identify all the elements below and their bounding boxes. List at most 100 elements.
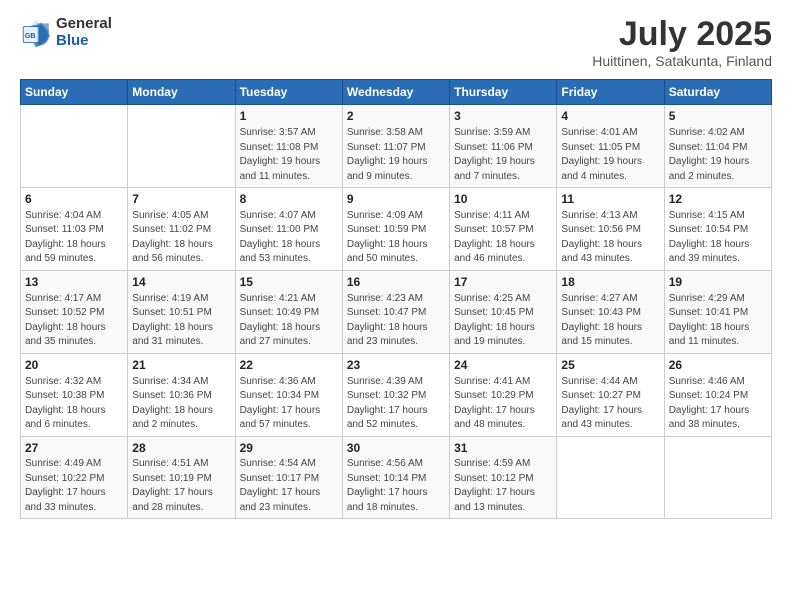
day-number: 12 [669,191,767,208]
main-title: July 2025 [592,16,772,53]
day-number: 3 [454,108,552,125]
day-cell: 2Sunrise: 3:58 AM Sunset: 11:07 PM Dayli… [342,105,449,188]
day-cell: 28Sunrise: 4:51 AM Sunset: 10:19 PM Dayl… [128,436,235,519]
day-info: Sunrise: 4:23 AM Sunset: 10:47 PM Daylig… [347,292,445,350]
day-info: Sunrise: 4:07 AM Sunset: 11:00 PM Daylig… [240,209,338,267]
col-saturday: Saturday [664,80,771,105]
day-cell: 16Sunrise: 4:23 AM Sunset: 10:47 PM Dayl… [342,270,449,353]
day-cell: 31Sunrise: 4:59 AM Sunset: 10:12 PM Dayl… [450,436,557,519]
day-cell [128,105,235,188]
day-cell [21,105,128,188]
day-number: 27 [25,440,123,457]
day-number: 9 [347,191,445,208]
day-number: 16 [347,274,445,291]
week-row-3: 13Sunrise: 4:17 AM Sunset: 10:52 PM Dayl… [21,270,772,353]
day-info: Sunrise: 4:21 AM Sunset: 10:49 PM Daylig… [240,292,338,350]
day-cell: 19Sunrise: 4:29 AM Sunset: 10:41 PM Dayl… [664,270,771,353]
day-cell: 8Sunrise: 4:07 AM Sunset: 11:00 PM Dayli… [235,188,342,271]
logo: GB General Blue [20,16,112,49]
day-info: Sunrise: 4:19 AM Sunset: 10:51 PM Daylig… [132,292,230,350]
week-row-2: 6Sunrise: 4:04 AM Sunset: 11:03 PM Dayli… [21,188,772,271]
day-info: Sunrise: 4:17 AM Sunset: 10:52 PM Daylig… [25,292,123,350]
day-info: Sunrise: 4:44 AM Sunset: 10:27 PM Daylig… [561,375,659,433]
day-number: 23 [347,357,445,374]
subtitle: Huittinen, Satakunta, Finland [592,53,772,69]
calendar-header: Sunday Monday Tuesday Wednesday Thursday… [21,80,772,105]
col-sunday: Sunday [21,80,128,105]
day-cell: 6Sunrise: 4:04 AM Sunset: 11:03 PM Dayli… [21,188,128,271]
day-cell: 25Sunrise: 4:44 AM Sunset: 10:27 PM Dayl… [557,353,664,436]
day-number: 2 [347,108,445,125]
day-cell: 22Sunrise: 4:36 AM Sunset: 10:34 PM Dayl… [235,353,342,436]
day-cell: 26Sunrise: 4:46 AM Sunset: 10:24 PM Dayl… [664,353,771,436]
day-number: 7 [132,191,230,208]
header: GB General Blue July 2025 Huittinen, Sat… [20,16,772,69]
day-number: 22 [240,357,338,374]
day-info: Sunrise: 3:58 AM Sunset: 11:07 PM Daylig… [347,126,445,184]
day-info: Sunrise: 3:57 AM Sunset: 11:08 PM Daylig… [240,126,338,184]
day-number: 6 [25,191,123,208]
day-cell [664,436,771,519]
day-info: Sunrise: 4:39 AM Sunset: 10:32 PM Daylig… [347,375,445,433]
day-info: Sunrise: 4:15 AM Sunset: 10:54 PM Daylig… [669,209,767,267]
day-number: 26 [669,357,767,374]
logo-text: General Blue [56,16,112,49]
day-cell: 12Sunrise: 4:15 AM Sunset: 10:54 PM Dayl… [664,188,771,271]
col-wednesday: Wednesday [342,80,449,105]
day-info: Sunrise: 4:13 AM Sunset: 10:56 PM Daylig… [561,209,659,267]
day-info: Sunrise: 4:56 AM Sunset: 10:14 PM Daylig… [347,457,445,515]
col-friday: Friday [557,80,664,105]
day-info: Sunrise: 4:32 AM Sunset: 10:38 PM Daylig… [25,375,123,433]
day-number: 21 [132,357,230,374]
day-cell: 18Sunrise: 4:27 AM Sunset: 10:43 PM Dayl… [557,270,664,353]
day-number: 13 [25,274,123,291]
logo-icon: GB [20,17,52,49]
logo-blue-text: Blue [56,33,112,50]
col-monday: Monday [128,80,235,105]
day-number: 17 [454,274,552,291]
week-row-4: 20Sunrise: 4:32 AM Sunset: 10:38 PM Dayl… [21,353,772,436]
day-cell: 24Sunrise: 4:41 AM Sunset: 10:29 PM Dayl… [450,353,557,436]
day-info: Sunrise: 4:29 AM Sunset: 10:41 PM Daylig… [669,292,767,350]
logo-general-text: General [56,16,112,33]
col-thursday: Thursday [450,80,557,105]
day-cell: 5Sunrise: 4:02 AM Sunset: 11:04 PM Dayli… [664,105,771,188]
page: GB General Blue July 2025 Huittinen, Sat… [0,0,792,612]
day-cell: 13Sunrise: 4:17 AM Sunset: 10:52 PM Dayl… [21,270,128,353]
day-info: Sunrise: 4:51 AM Sunset: 10:19 PM Daylig… [132,457,230,515]
title-block: July 2025 Huittinen, Satakunta, Finland [592,16,772,69]
day-cell: 9Sunrise: 4:09 AM Sunset: 10:59 PM Dayli… [342,188,449,271]
day-number: 20 [25,357,123,374]
day-info: Sunrise: 4:25 AM Sunset: 10:45 PM Daylig… [454,292,552,350]
col-tuesday: Tuesday [235,80,342,105]
week-row-5: 27Sunrise: 4:49 AM Sunset: 10:22 PM Dayl… [21,436,772,519]
day-info: Sunrise: 3:59 AM Sunset: 11:06 PM Daylig… [454,126,552,184]
day-number: 5 [669,108,767,125]
day-cell: 7Sunrise: 4:05 AM Sunset: 11:02 PM Dayli… [128,188,235,271]
day-info: Sunrise: 4:11 AM Sunset: 10:57 PM Daylig… [454,209,552,267]
day-cell: 4Sunrise: 4:01 AM Sunset: 11:05 PM Dayli… [557,105,664,188]
day-info: Sunrise: 4:27 AM Sunset: 10:43 PM Daylig… [561,292,659,350]
calendar-table: Sunday Monday Tuesday Wednesday Thursday… [20,79,772,519]
day-info: Sunrise: 4:49 AM Sunset: 10:22 PM Daylig… [25,457,123,515]
day-info: Sunrise: 4:01 AM Sunset: 11:05 PM Daylig… [561,126,659,184]
day-info: Sunrise: 4:02 AM Sunset: 11:04 PM Daylig… [669,126,767,184]
day-number: 31 [454,440,552,457]
day-number: 25 [561,357,659,374]
day-number: 24 [454,357,552,374]
day-cell: 20Sunrise: 4:32 AM Sunset: 10:38 PM Dayl… [21,353,128,436]
day-info: Sunrise: 4:46 AM Sunset: 10:24 PM Daylig… [669,375,767,433]
day-cell: 29Sunrise: 4:54 AM Sunset: 10:17 PM Dayl… [235,436,342,519]
day-number: 8 [240,191,338,208]
day-number: 14 [132,274,230,291]
day-number: 1 [240,108,338,125]
day-cell: 21Sunrise: 4:34 AM Sunset: 10:36 PM Dayl… [128,353,235,436]
day-info: Sunrise: 4:59 AM Sunset: 10:12 PM Daylig… [454,457,552,515]
header-row: Sunday Monday Tuesday Wednesday Thursday… [21,80,772,105]
day-cell: 17Sunrise: 4:25 AM Sunset: 10:45 PM Dayl… [450,270,557,353]
day-cell: 11Sunrise: 4:13 AM Sunset: 10:56 PM Dayl… [557,188,664,271]
day-cell: 3Sunrise: 3:59 AM Sunset: 11:06 PM Dayli… [450,105,557,188]
day-number: 30 [347,440,445,457]
day-number: 4 [561,108,659,125]
day-number: 19 [669,274,767,291]
